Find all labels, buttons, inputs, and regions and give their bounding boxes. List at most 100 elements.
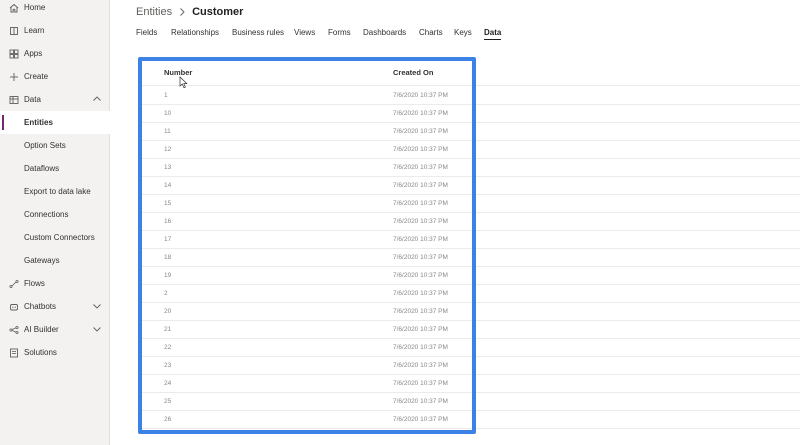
sidebar-item-label: Data [24, 95, 41, 104]
sidebar-item-create[interactable]: Create [0, 65, 110, 88]
tab-views[interactable]: Views [294, 28, 315, 37]
cell-number: 19 [164, 272, 172, 279]
tab-data[interactable]: Data [484, 28, 502, 40]
table-row[interactable]: 21 7/6/2020 10:37 PM [140, 320, 800, 338]
cell-number: 14 [164, 182, 172, 189]
table-row[interactable]: 26 7/6/2020 10:37 PM [140, 410, 800, 428]
cell-created-on: 7/6/2020 10:37 PM [393, 362, 448, 369]
tab-fields[interactable]: Fields [136, 28, 157, 37]
sidebar-item-flows[interactable]: Flows [0, 272, 110, 295]
cell-number: 1 [164, 92, 168, 99]
cell-created-on: 7/6/2020 10:37 PM [393, 380, 448, 387]
tab-relationships[interactable]: Relationships [171, 28, 219, 37]
table-row[interactable]: 25 7/6/2020 10:37 PM [140, 392, 800, 410]
table-row[interactable]: 19 7/6/2020 10:37 PM [140, 266, 800, 284]
cell-created-on: 7/6/2020 10:37 PM [393, 110, 448, 117]
table-row[interactable]: 16 7/6/2020 10:37 PM [140, 212, 800, 230]
sidebar-item-export-to-data-lake[interactable]: Export to data lake [0, 180, 110, 203]
sidebar-item-label: Option Sets [24, 141, 66, 150]
tab-forms[interactable]: Forms [328, 28, 351, 37]
sidebar-item-gateways[interactable]: Gateways [0, 249, 110, 272]
chevron-up-icon[interactable] [92, 94, 102, 104]
plus-icon [8, 71, 20, 83]
cell-created-on: 7/6/2020 10:37 PM [393, 272, 448, 279]
table-row[interactable]: 11 7/6/2020 10:37 PM [140, 122, 800, 140]
sidebar-item-label: Custom Connectors [24, 233, 95, 242]
sidebar-item-data[interactable]: Data [0, 88, 110, 111]
table-row[interactable]: 23 7/6/2020 10:37 PM [140, 356, 800, 374]
chatbot-icon [8, 301, 20, 313]
table-row[interactable]: 24 7/6/2020 10:37 PM [140, 374, 800, 392]
cell-number: 23 [164, 362, 172, 369]
cell-number: 16 [164, 218, 172, 225]
page-title: Customer [192, 6, 244, 18]
sidebar-item-chatbots[interactable]: Chatbots [0, 295, 110, 318]
data-grid: Number Created On 1 7/6/2020 10:37 PM 10 7/… [140, 59, 800, 445]
sidebar-item-label: Dataflows [24, 164, 60, 173]
ai-builder-icon [8, 324, 20, 336]
sidebar: Home Learn Apps Create Data Entities Opt… [0, 0, 110, 445]
sidebar-item-label: Entities [24, 118, 53, 127]
book-icon [8, 25, 20, 37]
cell-created-on: 7/6/2020 10:37 PM [393, 308, 448, 315]
table-row[interactable]: 1 7/6/2020 10:37 PM [140, 86, 800, 104]
table-row[interactable]: 17 7/6/2020 10:37 PM [140, 230, 800, 248]
table-row[interactable]: 18 7/6/2020 10:37 PM [140, 248, 800, 266]
sidebar-item-solutions[interactable]: Solutions [0, 341, 110, 364]
table-row[interactable]: 2 7/6/2020 10:37 PM [140, 284, 800, 302]
table-row[interactable]: 14 7/6/2020 10:37 PM [140, 176, 800, 194]
cell-created-on: 7/6/2020 10:37 PM [393, 326, 448, 333]
sidebar-item-learn[interactable]: Learn [0, 19, 110, 42]
table-row[interactable]: 15 7/6/2020 10:37 PM [140, 194, 800, 212]
table-row[interactable]: 10 7/6/2020 10:37 PM [140, 104, 800, 122]
chevron-right-icon [177, 7, 187, 17]
cell-number: 26 [164, 416, 172, 423]
column-header-created-on[interactable]: Created On [393, 68, 433, 77]
sidebar-item-label: Home [24, 3, 46, 12]
table-row[interactable]: 20 7/6/2020 10:37 PM [140, 302, 800, 320]
cell-created-on: 7/6/2020 10:37 PM [393, 236, 448, 243]
breadcrumb-parent-link[interactable]: Entities [136, 6, 172, 18]
sidebar-item-label: Connections [24, 210, 69, 219]
cell-created-on: 7/6/2020 10:37 PM [393, 398, 448, 405]
table-row[interactable]: 12 7/6/2020 10:37 PM [140, 140, 800, 158]
cell-number: 11 [164, 128, 171, 135]
flow-icon [8, 278, 20, 290]
sidebar-item-apps[interactable]: Apps [0, 42, 110, 65]
cell-number: 2 [164, 290, 168, 297]
sidebar-item-entities[interactable]: Entities [0, 111, 110, 134]
table-row[interactable]: 22 7/6/2020 10:37 PM [140, 338, 800, 356]
apps-icon [8, 48, 20, 60]
cell-number: 15 [164, 200, 172, 207]
tab-dashboards[interactable]: Dashboards [363, 28, 406, 37]
tab-charts[interactable]: Charts [419, 28, 443, 37]
table-row[interactable]: 13 7/6/2020 10:37 PM [140, 158, 800, 176]
cell-number: 22 [164, 344, 172, 351]
sidebar-item-option-sets[interactable]: Option Sets [0, 134, 110, 157]
cell-created-on: 7/6/2020 10:37 PM [393, 164, 448, 171]
cell-created-on: 7/6/2020 10:37 PM [393, 218, 448, 225]
sidebar-item-label: Export to data lake [24, 187, 91, 196]
cell-number: 10 [164, 110, 172, 117]
sidebar-item-home[interactable]: Home [0, 0, 110, 19]
tab-keys[interactable]: Keys [454, 28, 472, 37]
cell-number: 24 [164, 380, 172, 387]
cell-created-on: 7/6/2020 10:37 PM [393, 128, 448, 135]
table-header-row: Number Created On [140, 59, 800, 85]
sidebar-item-dataflows[interactable]: Dataflows [0, 157, 110, 180]
cell-number: 20 [164, 308, 172, 315]
sidebar-item-label: Gateways [24, 256, 60, 265]
sidebar-item-custom-connectors[interactable]: Custom Connectors [0, 226, 110, 249]
sidebar-item-ai-builder[interactable]: AI Builder [0, 318, 110, 341]
cell-created-on: 7/6/2020 10:37 PM [393, 92, 448, 99]
tab-business-rules[interactable]: Business rules [232, 28, 284, 37]
chevron-down-icon[interactable] [92, 324, 102, 334]
cell-created-on: 7/6/2020 10:37 PM [393, 344, 448, 351]
sidebar-item-label: Chatbots [24, 302, 57, 311]
sidebar-item-label: Learn [24, 26, 45, 35]
cell-number: 21 [164, 326, 172, 333]
sidebar-item-connections[interactable]: Connections [0, 203, 110, 226]
chevron-down-icon[interactable] [92, 301, 102, 311]
cell-created-on: 7/6/2020 10:37 PM [393, 182, 448, 189]
row-divider [140, 428, 800, 429]
